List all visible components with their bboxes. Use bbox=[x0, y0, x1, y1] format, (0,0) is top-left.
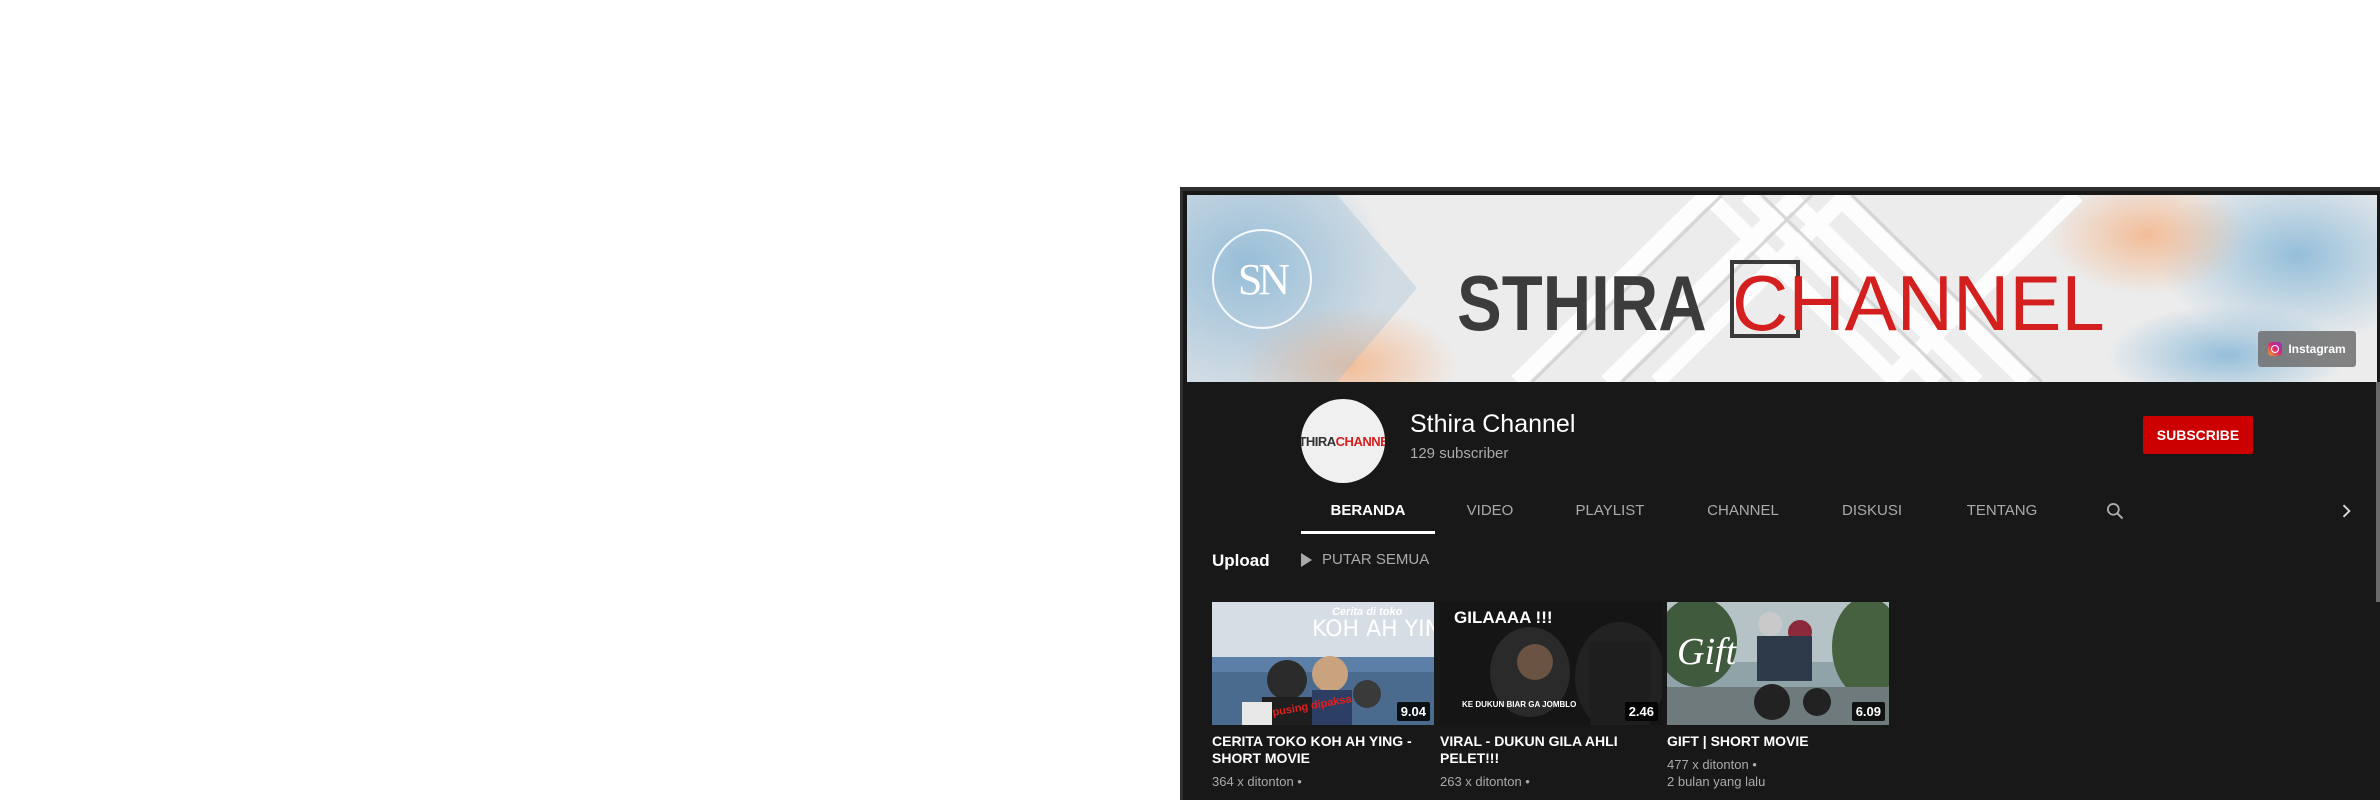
upload-section: Upload PUTAR SEMUA Cerita di toko KOH AH… bbox=[1183, 534, 2373, 794]
video-card[interactable]: Gift 6.09 GIFT | SHORT MOVIE 477 x diton… bbox=[1667, 602, 1889, 790]
video-duration: 9.04 bbox=[1396, 702, 1430, 721]
video-thumbnail[interactable]: Cerita di toko KOH AH YING pusing dipaks… bbox=[1212, 602, 1434, 725]
video-card[interactable]: Cerita di toko KOH AH YING pusing dipaks… bbox=[1212, 602, 1434, 790]
video-duration: 2.46 bbox=[1624, 702, 1658, 721]
video-thumbnail[interactable]: Gift 6.09 bbox=[1667, 602, 1889, 725]
video-views: 364 x ditonton • bbox=[1212, 774, 1302, 789]
channel-tabs: BERANDA VIDEO PLAYLIST CHANNEL DISKUSI T… bbox=[1301, 488, 2071, 534]
tab-diskusi[interactable]: DISKUSI bbox=[1811, 488, 1933, 534]
play-all-button[interactable]: PUTAR SEMUA bbox=[1301, 551, 1429, 568]
video-duration: 6.09 bbox=[1851, 702, 1885, 721]
instagram-icon bbox=[2268, 342, 2283, 356]
subscriber-count: 129 subscriber bbox=[1410, 445, 1509, 462]
video-title[interactable]: VIRAL - DUKUN GILA AHLI PELET!!! bbox=[1440, 733, 1662, 767]
subscribe-button[interactable]: SUBSCRIBE bbox=[2143, 416, 2253, 454]
avatar[interactable]: STHIRACHANNEL bbox=[1301, 399, 1385, 483]
channel-header: STHIRACHANNEL Sthira Channel 129 subscri… bbox=[1183, 382, 2380, 800]
tab-tentang[interactable]: TENTANG bbox=[1933, 488, 2071, 534]
video-views: 263 x ditonton • bbox=[1440, 774, 1530, 789]
tab-beranda[interactable]: BERANDA bbox=[1301, 488, 1435, 534]
play-icon bbox=[1301, 552, 1312, 567]
banner-logo: SN bbox=[1212, 229, 1312, 329]
youtube-channel-window: SN STHIRA CHANNEL Instagram STHIRACHANNE… bbox=[1180, 187, 2380, 800]
scrollbar[interactable] bbox=[2376, 382, 2380, 602]
instagram-link[interactable]: Instagram bbox=[2258, 331, 2356, 367]
tab-channel[interactable]: CHANNEL bbox=[1675, 488, 1811, 534]
tab-video[interactable]: VIDEO bbox=[1435, 488, 1545, 534]
channel-name: Sthira Channel bbox=[1410, 410, 1576, 438]
video-thumbnail[interactable]: GILAAAA !!! KE DUKUN BIAR GA JOMBLO 2.46 bbox=[1440, 602, 1662, 725]
section-title[interactable]: Upload bbox=[1212, 551, 1270, 571]
chevron-right-icon[interactable] bbox=[2336, 501, 2356, 521]
video-card[interactable]: GILAAAA !!! KE DUKUN BIAR GA JOMBLO 2.46… bbox=[1440, 602, 1662, 790]
channel-banner: SN STHIRA CHANNEL Instagram bbox=[1187, 195, 2377, 382]
banner-title: STHIRA CHANNEL bbox=[1457, 259, 2105, 347]
video-age: 2 bulan yang lalu bbox=[1667, 774, 1766, 789]
search-icon[interactable] bbox=[2105, 501, 2125, 521]
tab-playlist[interactable]: PLAYLIST bbox=[1545, 488, 1675, 534]
video-title[interactable]: GIFT | SHORT MOVIE bbox=[1667, 733, 1889, 750]
video-views: 477 x ditonton • 2 bulan yang lalu bbox=[1667, 757, 1766, 789]
video-title[interactable]: CERITA TOKO KOH AH YING - SHORT MOVIE bbox=[1212, 733, 1434, 767]
